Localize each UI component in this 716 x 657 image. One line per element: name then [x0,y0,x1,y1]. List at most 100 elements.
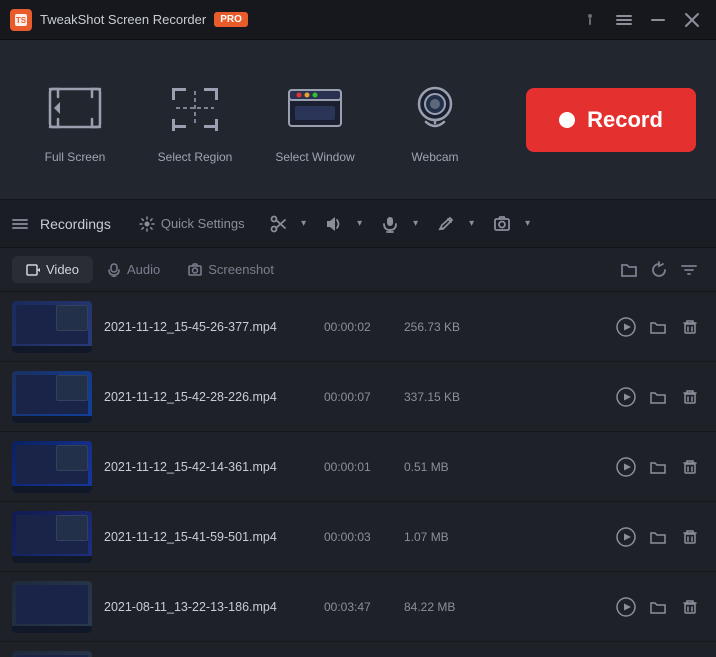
capture-region[interactable]: Select Region [140,55,250,185]
file-actions [612,313,704,341]
file-size: 1.07 MB [404,530,484,544]
thumbnail-wrap [12,581,92,633]
delete-file-button[interactable] [676,453,704,481]
menu-lines-icon [12,219,28,229]
annotation-chevron[interactable]: ▾ [463,207,481,241]
file-actions [612,383,704,411]
app-logo: TS [10,9,32,31]
thumbnail [12,511,92,563]
window-controls [576,6,706,34]
thumbnail-wrap: NEW [12,441,92,493]
file-size: 337.15 KB [404,390,484,404]
tab-video[interactable]: Video [12,256,93,283]
trim-button[interactable] [261,207,295,241]
recordings-label: Recordings [40,216,111,232]
thumbnail-taskbar [12,626,92,633]
capture-items: Full Screen Select Region [20,55,526,185]
file-row: NEW 2021-11-12_15-45-26-377.mp4 00:00:02… [0,292,716,362]
thumbnail-taskbar [12,486,92,493]
pin-button[interactable] [576,6,604,34]
quick-settings-button[interactable]: Quick Settings [131,212,253,236]
minimize-button[interactable] [644,6,672,34]
svg-text:TS: TS [16,16,27,25]
region-label: Select Region [158,150,233,164]
open-file-folder-button[interactable] [644,453,672,481]
screenshot-button[interactable] [485,207,519,241]
file-size: 256.73 KB [404,320,484,334]
file-row: 2021-08-11_13-22-13-186.mp4 00:03:47 84.… [0,572,716,642]
quick-settings-label: Quick Settings [161,216,245,231]
thumbnail-wrap: NEW [12,511,92,563]
region-icon [163,76,227,140]
record-button[interactable]: Record [526,88,696,152]
pro-badge: PRO [214,12,248,27]
close-button[interactable] [678,6,706,34]
fullscreen-icon [43,76,107,140]
tab-screenshot-label: Screenshot [208,262,274,277]
open-file-folder-button[interactable] [644,593,672,621]
screenshot-chevron[interactable]: ▾ [519,207,537,241]
file-name: 2021-11-12_15-42-28-226.mp4 [104,390,324,404]
play-button[interactable] [612,383,640,411]
menu-button[interactable] [610,6,638,34]
delete-file-button[interactable] [676,593,704,621]
open-file-folder-button[interactable] [644,383,672,411]
file-name: 2021-11-12_15-45-26-377.mp4 [104,320,324,334]
file-list: NEW 2021-11-12_15-45-26-377.mp4 00:00:02… [0,292,716,657]
annotation-icon-group: ▾ [429,207,481,241]
volume-chevron[interactable]: ▾ [351,207,369,241]
file-actions [612,453,704,481]
window-label: Select Window [275,150,354,164]
recordings-bar: Recordings Quick Settings ▾ [0,200,716,248]
play-button[interactable] [612,523,640,551]
file-name: 2021-11-12_15-41-59-501.mp4 [104,530,324,544]
webcam-label: Webcam [411,150,458,164]
mic-button[interactable] [373,207,407,241]
sort-button[interactable] [674,255,704,285]
open-folder-button[interactable] [614,255,644,285]
thumbnail-window [56,515,88,541]
tab-audio-label: Audio [127,262,160,277]
volume-button[interactable] [317,207,351,241]
file-row: NEW 2021-11-12_15-41-59-501.mp4 00:00:03… [0,502,716,572]
thumbnail [12,441,92,493]
mic-chevron[interactable]: ▾ [407,207,425,241]
thumbnail [12,371,92,423]
file-row: 2021-08-11_13-14-51-192.mp4 00:00:15 6.0… [0,642,716,657]
thumbnail-content [16,585,88,624]
delete-file-button[interactable] [676,523,704,551]
capture-window[interactable]: Select Window [260,55,370,185]
annotation-button[interactable] [429,207,463,241]
delete-file-button[interactable] [676,313,704,341]
file-name: 2021-08-11_13-22-13-186.mp4 [104,600,324,614]
record-label: Record [587,107,663,133]
refresh-button[interactable] [644,255,674,285]
capture-webcam[interactable]: Webcam [380,55,490,185]
tab-audio[interactable]: Audio [93,256,174,283]
open-file-folder-button[interactable] [644,523,672,551]
webcam-icon [403,76,467,140]
thumbnail [12,581,92,633]
window-icon [283,76,347,140]
play-button[interactable] [612,453,640,481]
thumbnail-taskbar [12,416,92,423]
trim-icon-group: ▾ [261,207,313,241]
play-button[interactable] [612,313,640,341]
trim-chevron[interactable]: ▾ [295,207,313,241]
file-row: NEW 2021-11-12_15-42-28-226.mp4 00:00:07… [0,362,716,432]
file-duration: 00:03:47 [324,600,404,614]
capture-fullscreen[interactable]: Full Screen [20,55,130,185]
file-row: NEW 2021-11-12_15-42-14-361.mp4 00:00:01… [0,432,716,502]
delete-file-button[interactable] [676,383,704,411]
file-duration: 00:00:07 [324,390,404,404]
thumbnail-window [56,375,88,401]
file-info: 2021-08-11_13-22-13-186.mp4 00:03:47 84.… [104,600,600,614]
file-info: 2021-11-12_15-42-14-361.mp4 00:00:01 0.5… [104,460,600,474]
file-size: 0.51 MB [404,460,484,474]
file-info: 2021-11-12_15-42-28-226.mp4 00:00:07 337… [104,390,600,404]
tab-screenshot[interactable]: Screenshot [174,256,288,283]
thumbnail-wrap [12,651,92,657]
open-file-folder-button[interactable] [644,313,672,341]
play-button[interactable] [612,593,640,621]
thumbnail [12,651,92,657]
